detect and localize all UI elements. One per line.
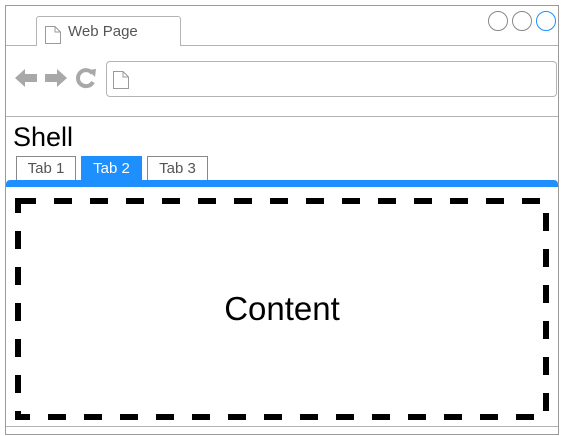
navigation-divider <box>6 116 558 117</box>
maximize-button[interactable] <box>512 11 532 31</box>
tab-2[interactable]: Tab 2 <box>81 156 142 180</box>
browser-tab[interactable]: Web Page <box>36 16 181 46</box>
page-title: Shell <box>13 122 74 152</box>
arrow-right-icon[interactable] <box>44 66 68 90</box>
close-button[interactable] <box>536 11 556 31</box>
page-icon <box>44 25 62 50</box>
reload-icon[interactable] <box>74 66 98 90</box>
browser-tab-title: Web Page <box>68 23 138 40</box>
content-label: Content <box>224 290 340 327</box>
title-bar: Web Page <box>6 6 558 46</box>
navigation-bar <box>6 46 558 116</box>
address-bar[interactable] <box>106 61 557 97</box>
bottom-divider <box>6 426 558 427</box>
browser-window: Web Page Shell Tab 1 Tab 2 Tab 3 Content <box>5 5 559 435</box>
tab-1[interactable]: Tab 1 <box>16 156 76 180</box>
minimize-button[interactable] <box>488 11 508 31</box>
window-controls <box>488 11 558 33</box>
page-icon <box>112 70 130 95</box>
arrow-left-icon[interactable] <box>14 66 38 90</box>
tab-3[interactable]: Tab 3 <box>147 156 208 180</box>
content-area: Content <box>15 198 549 420</box>
